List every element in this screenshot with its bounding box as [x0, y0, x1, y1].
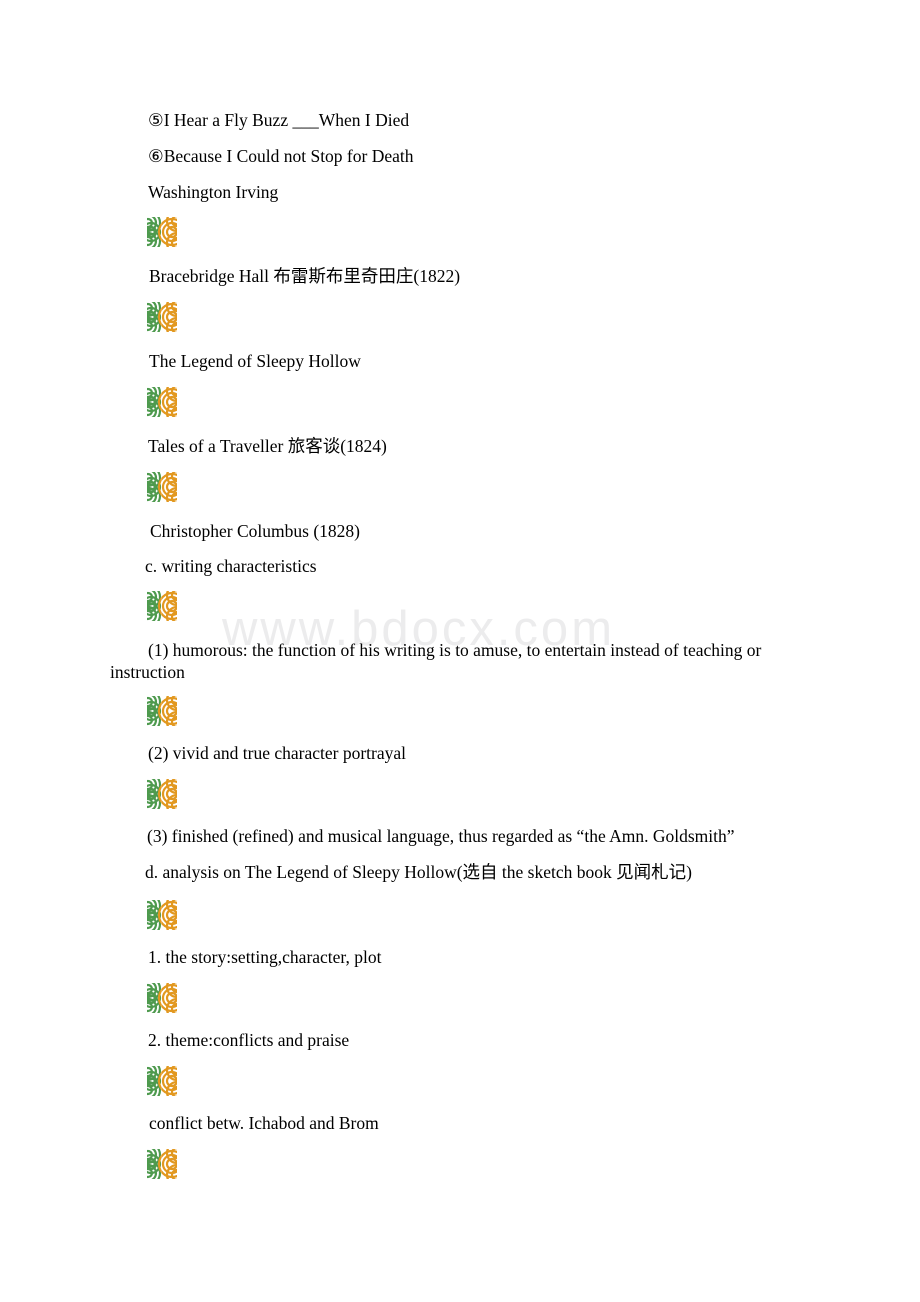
text-line-poem-5: ⑤I Hear a Fly Buzz ___When I Died: [148, 110, 410, 130]
text-line-work-3: Tales of a Traveller 旅客谈(1824): [148, 436, 387, 456]
text-line-analysis-3: conflict betw. Ichabod and Brom: [149, 1113, 379, 1133]
text-line-poem-6: ⑥Because I Could not Stop for Death: [148, 146, 414, 166]
text-line-author: Washington Irving: [148, 182, 279, 202]
text-line-characteristic-2: (2) vivid and true character portrayal: [148, 743, 406, 763]
broken-image-thumbnail[interactable]: [147, 472, 177, 502]
text-line-work-1: Bracebridge Hall 布雷斯布里奇田庄(1822): [149, 266, 461, 286]
broken-image-thumbnail[interactable]: [147, 779, 177, 809]
broken-image-thumbnail[interactable]: [147, 900, 177, 930]
text-line-analysis-1: 1. the story:setting,character, plot: [148, 947, 382, 967]
text-line-characteristic-3: (3) finished (refined) and musical langu…: [147, 826, 735, 846]
broken-image-thumbnail[interactable]: [147, 591, 177, 621]
text-line-analysis-2: 2. theme:conflicts and praise: [148, 1030, 350, 1050]
broken-image-thumbnail[interactable]: [147, 302, 177, 332]
broken-image-thumbnail[interactable]: [147, 217, 177, 247]
broken-image-thumbnail[interactable]: [147, 387, 177, 417]
text-line-characteristic-1: (1) humorous: the function of his writin…: [110, 640, 762, 682]
text-line-section-c: c. writing characteristics: [145, 556, 317, 576]
text-line-work-4: Christopher Columbus (1828): [150, 521, 360, 541]
document-page: www.bdocx.com ⑤I Hear a Fly Buzz ___When…: [0, 0, 920, 1302]
broken-image-thumbnail[interactable]: [147, 1149, 177, 1179]
text-line-section-d: d. analysis on The Legend of Sleepy Holl…: [145, 862, 692, 882]
broken-image-thumbnail[interactable]: [147, 696, 177, 726]
broken-image-thumbnail[interactable]: [147, 983, 177, 1013]
broken-image-thumbnail[interactable]: [147, 1066, 177, 1096]
text-line-work-2: The Legend of Sleepy Hollow: [149, 351, 361, 371]
